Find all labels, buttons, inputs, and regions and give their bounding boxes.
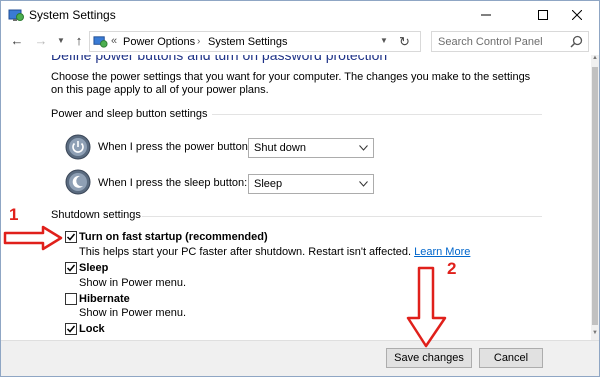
sleep-button-label: When I press the sleep button:	[98, 177, 248, 189]
shutdown-group-divider	[142, 216, 542, 217]
fast-startup-description: This helps start your PC faster after sh…	[79, 246, 470, 258]
search-placeholder: Search Control Panel	[438, 36, 543, 48]
scrollbar-thumb[interactable]	[592, 67, 598, 325]
control-panel-icon	[8, 9, 24, 21]
sleep-checkbox[interactable]	[65, 262, 77, 274]
address-dropdown-icon[interactable]: ▼	[380, 36, 388, 45]
hibernate-description: Show in Power menu.	[79, 307, 186, 319]
checkmark-icon	[66, 325, 76, 333]
back-arrow-icon[interactable]: ←	[9, 33, 25, 49]
power-group-title: Power and sleep button settings	[51, 108, 208, 120]
sleep-label[interactable]: Sleep	[79, 262, 108, 274]
scroll-up-icon[interactable]: ▲	[591, 55, 599, 65]
cancel-button[interactable]: Cancel	[479, 348, 543, 368]
hibernate-label[interactable]: Hibernate	[79, 293, 130, 305]
power-button-label: When I press the power button:	[98, 141, 251, 153]
fast-startup-checkbox[interactable]	[65, 231, 77, 243]
power-group-divider	[212, 114, 542, 115]
settings-content: Define power buttons and turn on passwor…	[1, 55, 591, 340]
address-bar[interactable]: « Power Options › System Settings ▼ ↻	[89, 31, 421, 52]
sleep-description: Show in Power menu.	[79, 277, 186, 289]
footer-bar: Save changes Cancel	[1, 340, 599, 376]
save-changes-button[interactable]: Save changes	[386, 348, 472, 368]
window-title: System Settings	[29, 8, 116, 22]
fast-startup-desc-text: This helps start your PC faster after sh…	[79, 246, 412, 258]
annotation-number-2: 2	[447, 259, 457, 278]
annotation-right-arrow-icon	[3, 225, 63, 251]
lock-label[interactable]: Lock	[79, 323, 105, 335]
page-description: Choose the power settings that you want …	[51, 71, 531, 96]
close-button[interactable]	[554, 1, 600, 29]
minimize-button[interactable]	[463, 1, 509, 29]
search-icon	[570, 35, 583, 48]
breadcrumb-chevron-icon[interactable]: ›	[197, 36, 200, 47]
sleep-button-icon	[65, 169, 91, 195]
annotation-number-1: 1	[9, 205, 19, 224]
lock-checkbox[interactable]	[65, 323, 77, 335]
breadcrumb-system-settings[interactable]: System Settings	[208, 36, 287, 48]
chevron-down-icon	[359, 145, 368, 151]
breadcrumb-power-options[interactable]: Power Options	[123, 36, 195, 48]
checkmark-icon	[66, 233, 76, 241]
checkmark-icon	[66, 264, 76, 272]
vertical-scrollbar[interactable]: ▲ ▼	[591, 55, 599, 340]
breadcrumb-separator-icon: «	[111, 35, 118, 47]
system-settings-window: System Settings ← → ▼ ↑ « Power Options …	[0, 0, 600, 377]
learn-more-link[interactable]: Learn More	[414, 246, 470, 258]
power-button-icon	[65, 134, 91, 160]
forward-arrow-icon[interactable]: →	[33, 33, 49, 49]
power-button-select-value: Shut down	[254, 142, 306, 154]
hibernate-checkbox[interactable]	[65, 293, 77, 305]
title-bar: System Settings	[1, 1, 599, 29]
chevron-down-icon	[359, 181, 368, 187]
fast-startup-label[interactable]: Turn on fast startup (recommended)	[79, 231, 268, 243]
address-row: ← → ▼ ↑ « Power Options › System Setting…	[1, 29, 599, 55]
recent-pages-chevron-icon[interactable]: ▼	[53, 33, 69, 49]
sleep-button-select-value: Sleep	[254, 178, 283, 190]
refresh-icon[interactable]: ↻	[399, 34, 410, 50]
control-panel-icon	[93, 36, 108, 48]
scroll-down-icon[interactable]: ▼	[591, 330, 599, 340]
power-button-select[interactable]: Shut down	[248, 138, 374, 158]
annotation-down-arrow-icon	[406, 266, 447, 348]
up-arrow-icon[interactable]: ↑	[71, 33, 87, 49]
search-input[interactable]: Search Control Panel	[431, 31, 589, 52]
shutdown-group-title: Shutdown settings	[51, 209, 141, 221]
page-heading: Define power buttons and turn on passwor…	[51, 55, 388, 63]
sleep-button-select[interactable]: Sleep	[248, 174, 374, 194]
